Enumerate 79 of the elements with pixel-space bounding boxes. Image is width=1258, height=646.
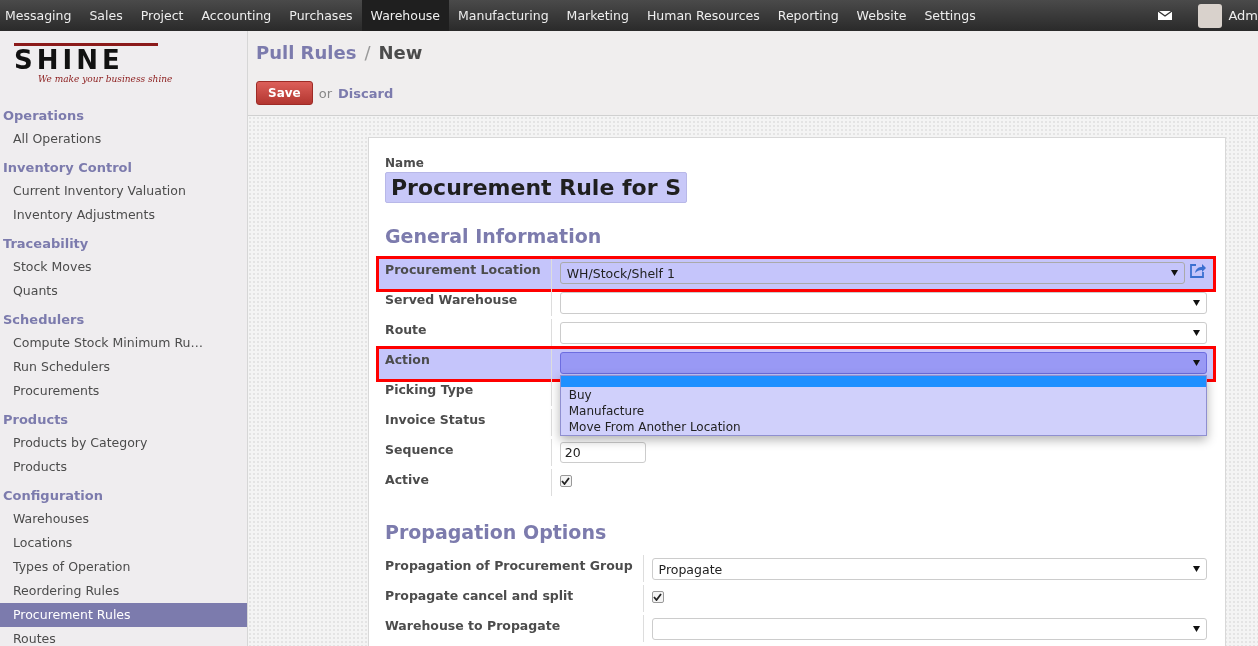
breadcrumb-separator: / bbox=[364, 42, 371, 63]
menu-tab[interactable]: Human Resources bbox=[637, 0, 769, 31]
menu-section-title: Schedulers bbox=[2, 311, 86, 329]
section-title: Propagation Options bbox=[385, 521, 608, 543]
menu-item[interactable]: Procurement Rules bbox=[0, 603, 247, 627]
caret-icon bbox=[1193, 360, 1200, 366]
menu-tab[interactable]: Sales bbox=[80, 0, 132, 31]
logo-tagline: We make your business shine bbox=[38, 74, 174, 84]
caret-icon bbox=[1193, 330, 1200, 336]
avatar-placeholder bbox=[1198, 3, 1223, 28]
checkmark-icon bbox=[653, 593, 663, 601]
select-field[interactable] bbox=[559, 292, 1207, 314]
field-label: Sequence bbox=[385, 439, 552, 466]
field-label: Picking Type bbox=[385, 379, 552, 406]
field-label: Propagation of Procurement Group bbox=[385, 555, 644, 582]
menu-item[interactable]: Inventory Adjustments bbox=[0, 203, 247, 227]
menu-tab[interactable]: Purchases bbox=[280, 0, 362, 31]
checkbox[interactable] bbox=[559, 475, 572, 487]
menu-section-title: Inventory Control bbox=[2, 159, 133, 177]
menu-tab[interactable]: Reporting bbox=[768, 0, 848, 31]
caret-icon bbox=[1193, 626, 1200, 632]
checkmark-icon bbox=[561, 477, 571, 485]
dropdown-option[interactable]: Move From Another Location bbox=[560, 419, 1206, 435]
breadcrumb-current: New bbox=[378, 42, 423, 63]
menu-item[interactable]: Types of Operation bbox=[0, 555, 247, 579]
menu-item[interactable]: Locations bbox=[0, 531, 247, 555]
caret-icon bbox=[1193, 300, 1200, 306]
menu-item[interactable]: All Operations bbox=[0, 127, 247, 151]
menu-item[interactable]: Quants bbox=[0, 279, 247, 303]
field-label: Served Warehouse bbox=[385, 289, 552, 316]
menu-item[interactable]: Products bbox=[0, 455, 247, 479]
menu-item[interactable]: Warehouses bbox=[0, 507, 247, 531]
dropdown-option[interactable]: Buy bbox=[560, 387, 1206, 403]
field-label: Warehouse to Propagate bbox=[385, 615, 644, 642]
menu-item[interactable]: Stock Moves bbox=[0, 255, 247, 279]
caret-icon bbox=[1193, 566, 1200, 572]
menu-item[interactable]: Reordering Rules bbox=[0, 579, 247, 603]
menu-tab[interactable]: Project bbox=[131, 0, 193, 31]
select-field[interactable] bbox=[559, 352, 1207, 374]
user-name[interactable]: Adm bbox=[1228, 8, 1258, 23]
menu-tab[interactable]: Marketing bbox=[557, 0, 638, 31]
menu-item[interactable]: Current Inventory Valuation bbox=[0, 179, 247, 203]
field-label: Name bbox=[385, 156, 425, 170]
menu-item[interactable]: Procurements bbox=[0, 379, 247, 403]
checkbox[interactable] bbox=[651, 591, 664, 603]
menu-tab[interactable]: Website bbox=[847, 0, 916, 31]
menu-section-title: Products bbox=[2, 411, 70, 429]
select-field[interactable] bbox=[651, 618, 1207, 640]
menu-item[interactable]: Compute Stock Minimum Ru… bbox=[0, 331, 247, 355]
menu-tab[interactable]: Messaging bbox=[0, 0, 81, 31]
dropdown-option[interactable] bbox=[560, 376, 1206, 387]
section-title: General Information bbox=[385, 225, 603, 247]
field-label: Active bbox=[385, 469, 552, 496]
or-text: or bbox=[318, 85, 332, 101]
mail-icon[interactable] bbox=[1158, 11, 1173, 20]
dropdown-option[interactable]: Manufacture bbox=[560, 403, 1206, 419]
select-field[interactable]: WH/Stock/Shelf 1 bbox=[559, 262, 1185, 284]
menu-tab[interactable]: Settings bbox=[915, 0, 985, 31]
select-field[interactable]: Propagate bbox=[651, 558, 1207, 580]
field-label: Action bbox=[385, 349, 552, 379]
save-button[interactable]: Save bbox=[256, 81, 313, 105]
logo-text: SHINE bbox=[14, 43, 158, 74]
name-field[interactable]: Procurement Rule for S bbox=[385, 172, 687, 203]
field-label: Procurement Location bbox=[385, 259, 552, 289]
menu-tab[interactable]: Warehouse bbox=[361, 0, 450, 31]
external-link-icon[interactable] bbox=[1189, 263, 1207, 278]
menu-section-title: Operations bbox=[2, 107, 85, 125]
menu-tab[interactable]: Accounting bbox=[192, 0, 281, 31]
select-field[interactable] bbox=[559, 322, 1207, 344]
menu-section-title: Configuration bbox=[2, 487, 104, 505]
menu-tab[interactable]: Manufacturing bbox=[449, 0, 558, 31]
menu-item[interactable]: Products by Category bbox=[0, 431, 247, 455]
number-field[interactable]: 20 bbox=[559, 442, 646, 463]
caret-icon bbox=[1171, 270, 1178, 276]
menu-item[interactable]: Run Schedulers bbox=[0, 355, 247, 379]
menu-item[interactable]: Routes bbox=[0, 627, 247, 646]
field-label: Invoice Status bbox=[385, 409, 552, 436]
menu-section-title: Traceability bbox=[2, 235, 90, 253]
field-label: Propagate cancel and split bbox=[385, 585, 644, 612]
